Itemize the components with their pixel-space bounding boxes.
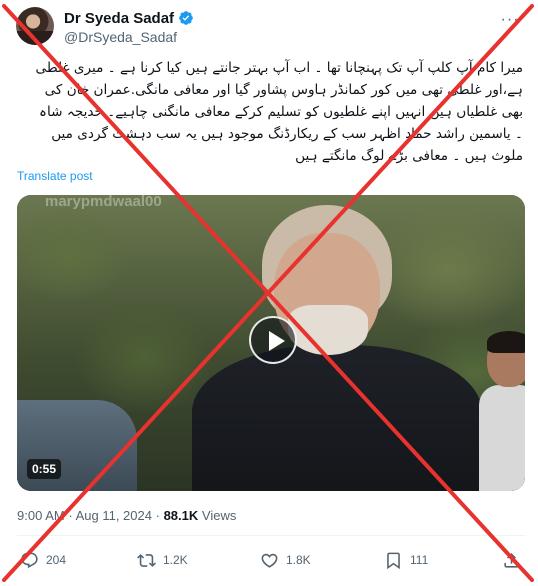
meta-separator: · (155, 508, 160, 523)
repost-count: 1.2K (163, 553, 188, 567)
video-frame-speaker (192, 195, 482, 491)
action-bar: 204 1.2K 1.8K 111 (17, 548, 525, 572)
avatar[interactable] (16, 7, 54, 45)
post-meta: 9:00 AM · Aug 11, 2024 · 88.1K Views (17, 508, 236, 523)
author-name[interactable]: Dr Syeda Sadaf (64, 10, 174, 27)
bystander-torso (479, 385, 525, 491)
reply-button[interactable]: 204 (20, 548, 66, 572)
bystander-hair (487, 331, 525, 353)
share-icon (504, 552, 519, 568)
bookmark-icon (387, 552, 400, 569)
play-icon[interactable] (249, 316, 297, 364)
views-count: 88.1K (163, 508, 199, 523)
video-frame-bystander (479, 331, 525, 491)
video-player[interactable]: marypmdwaal00 0:55 (17, 195, 525, 491)
post-header: Dr Syeda Sadaf @DrSyeda_Sadaf ··· (16, 7, 526, 47)
avatar-scarf (16, 31, 54, 45)
repost-icon (137, 553, 156, 567)
tweet-line-4: ۔ یاسمین راشد حماد اظہر سب کے ریکارڈنگ م… (51, 126, 523, 142)
video-duration: 0:55 (27, 459, 62, 479)
tweet-text: میرا کام آپ کلپ آپ تک پہنچانا تھا ۔ اب آ… (18, 57, 524, 167)
like-count: 1.8K (286, 553, 311, 567)
divider (17, 535, 525, 536)
views-label: Views (201, 508, 237, 523)
post-date[interactable]: Aug 11, 2024 (76, 508, 152, 523)
like-button[interactable]: 1.8K (260, 548, 311, 572)
share-button[interactable] (502, 548, 528, 572)
tweet-line-5: ملوث ہیں ۔ معافی بڑے لوگ مانگتے ہیں (295, 148, 523, 164)
meta-separator: · (68, 508, 73, 523)
more-icon[interactable]: ··· (498, 11, 522, 29)
author-handle[interactable]: @DrSyeda_Sadaf (64, 29, 177, 45)
repost-button[interactable]: 1.2K (137, 548, 188, 572)
speaker-beard (288, 305, 368, 355)
like-icon (261, 553, 278, 568)
verified-badge-icon (179, 11, 193, 25)
reply-count: 204 (46, 553, 67, 567)
translate-post-link[interactable]: Translate post (17, 169, 93, 183)
bookmark-button[interactable]: 111 (384, 548, 428, 572)
speaker-body (192, 345, 482, 491)
reply-icon (21, 552, 38, 568)
bookmark-count: 111 (410, 553, 429, 567)
post-time[interactable]: 9:00 AM (17, 508, 65, 523)
tweet-line-1: میرا کام آپ کلپ آپ تک پہنچانا تھا ۔ اب آ… (35, 60, 524, 76)
tweet-line-3: بھی غلطیاں ہیں انہیں اپنے غلطیوں کو تسلی… (39, 104, 523, 120)
tweet-line-2: ہے،اور غلطی تھی میں کور کمانڈر ہاوس پشاو… (44, 82, 523, 98)
